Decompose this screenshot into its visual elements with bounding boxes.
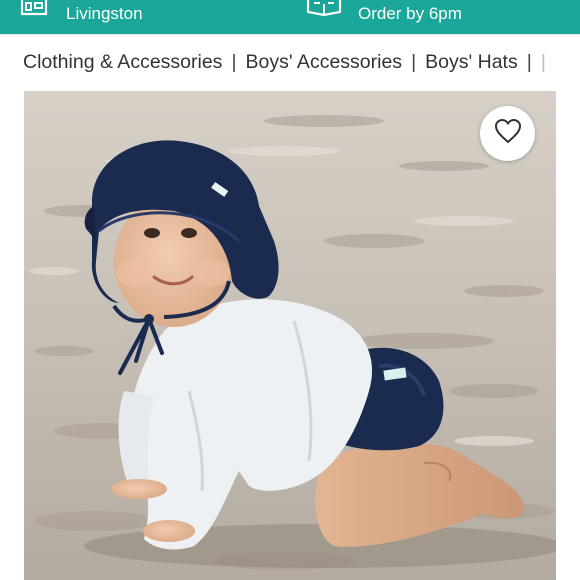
product-photo[interactable] [24,91,556,580]
breadcrumb-boys-hats[interactable]: Boys' Hats [425,51,518,73]
breadcrumb-boys-accessories[interactable]: Boys' Accessories [246,51,403,73]
top-banner: Livingston Order by 6pm [0,0,580,34]
shipping-cutoff-text: Order by 6pm [358,4,462,23]
breadcrumb-next-truncated[interactable]: | [541,51,546,73]
breadcrumb-separator: | [411,51,417,73]
breadcrumb-trail: Clothing & Accessories | Boys' Accessories… [23,51,546,74]
breadcrumb-separator: | [526,51,532,73]
store-location-text[interactable]: Livingston [66,4,143,24]
breadcrumb: Clothing & Accessories | Boys' Accessories… [0,34,580,91]
like-button[interactable] [480,106,535,161]
heart-outline-icon [494,118,522,149]
package-icon [306,0,342,21]
breadcrumb-separator: | [231,51,237,73]
breadcrumb-clothing-accessories[interactable]: Clothing & Accessories [23,51,222,73]
storefront-icon [20,0,48,21]
